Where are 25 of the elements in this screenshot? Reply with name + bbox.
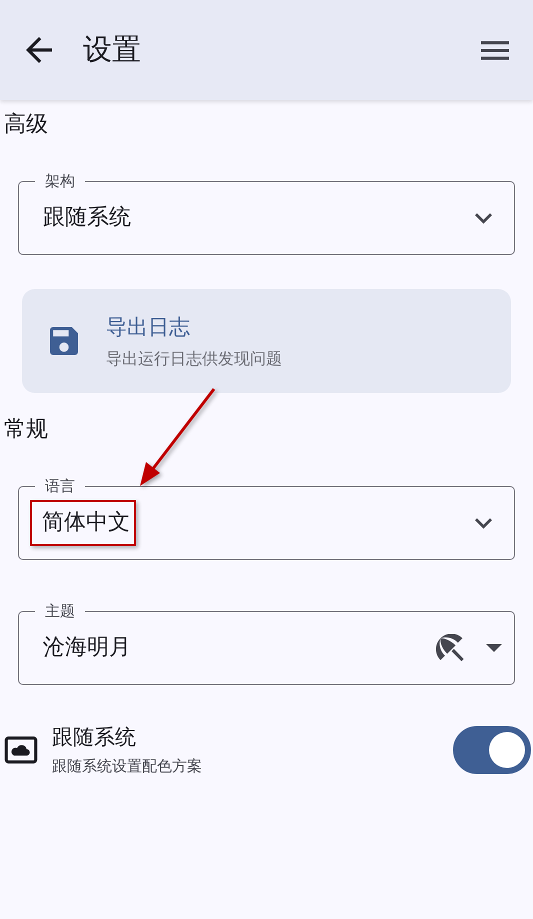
umbrella-icon (436, 634, 464, 662)
section-title: 高级 (3, 111, 49, 139)
card-subtitle: 导出运行日志供发现问题 (106, 348, 282, 370)
card-title: 导出日志 (106, 314, 191, 340)
field-label: 主题 (44, 602, 76, 620)
chevron-down-icon (475, 518, 492, 528)
page-title: 设置 (83, 31, 142, 68)
dropdown-field[interactable]: 架构 跟随系统 (18, 172, 515, 255)
setting-subtitle: 跟随系统设置配色方案 (52, 757, 203, 776)
dropdown-field[interactable]: 主题 沧海明月 (18, 602, 515, 685)
field-label: 语言 (44, 477, 76, 495)
save-icon (50, 327, 78, 355)
field-value: 跟随系统 (43, 204, 131, 232)
setting-title: 跟随系统 (52, 724, 137, 751)
back-arrow-icon[interactable] (26, 37, 52, 63)
cloud-picture-icon (4, 736, 38, 764)
section-title: 常规 (3, 416, 49, 444)
chevron-down-icon (475, 212, 492, 224)
field-value: 沧海明月 (43, 634, 131, 662)
field-label: 架构 (44, 172, 76, 190)
dropdown-triangle-icon (486, 644, 502, 652)
toggle-switch[interactable] (453, 726, 531, 774)
export-card[interactable]: 导出日志 导出运行日志供发现问题 (22, 289, 511, 393)
field-value: 简体中文 (42, 510, 130, 535)
menu-icon[interactable] (481, 40, 509, 60)
